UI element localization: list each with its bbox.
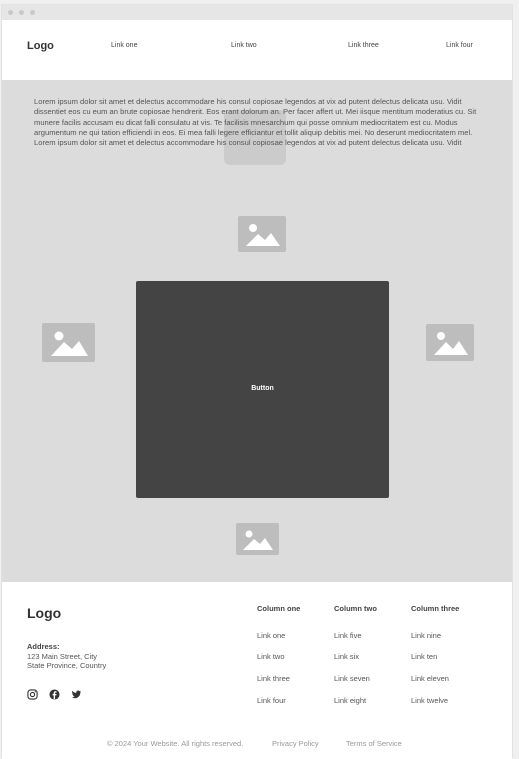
address-line: 123 Main Street, City xyxy=(27,652,98,661)
nav-link-one[interactable]: Link one xyxy=(111,42,137,49)
footer-link[interactable]: Link nine xyxy=(411,631,441,640)
window-titlebar xyxy=(2,5,512,20)
address-label: Address: xyxy=(27,642,60,651)
browser-window: Logo Link one Link two Link three Link f… xyxy=(1,4,513,759)
nav-link-two[interactable]: Link two xyxy=(231,42,257,49)
terms-of-service-link[interactable]: Terms of Service xyxy=(346,739,402,748)
copyright-text: © 2024 Your Website. All rights reserved… xyxy=(107,739,244,748)
footer-link[interactable]: Link ten xyxy=(411,652,437,661)
navbar: Logo Link one Link two Link three Link f… xyxy=(2,20,512,80)
nav-link-three[interactable]: Link three xyxy=(348,42,379,49)
footer-link[interactable]: Link four xyxy=(257,696,286,705)
window-dot-icon xyxy=(8,10,13,15)
footer-link[interactable]: Link eleven xyxy=(411,674,449,683)
image-placeholder-icon xyxy=(426,324,474,361)
footer-logo[interactable]: Logo xyxy=(27,605,61,621)
cta-button-label: Button xyxy=(251,385,274,392)
footer-column-heading: Column two xyxy=(334,604,377,613)
footer-link[interactable]: Link eight xyxy=(334,696,366,705)
footer-column-heading: Column one xyxy=(257,604,301,613)
footer-link[interactable]: Link seven xyxy=(334,674,370,683)
cta-button[interactable]: Button xyxy=(136,281,389,498)
footer: Logo Address: 123 Main Street, City Stat… xyxy=(2,582,512,759)
footer-column-heading: Column three xyxy=(411,604,460,613)
image-placeholder-icon xyxy=(42,323,95,362)
footer-link[interactable]: Link three xyxy=(257,674,290,683)
footer-link[interactable]: Link five xyxy=(334,631,362,640)
window-dot-icon xyxy=(19,10,24,15)
image-placeholder-icon xyxy=(238,216,286,252)
privacy-policy-link[interactable]: Privacy Policy xyxy=(272,739,319,748)
footer-link[interactable]: Link two xyxy=(257,652,285,661)
image-placeholder-icon xyxy=(236,523,279,555)
twitter-icon[interactable] xyxy=(71,689,82,700)
address-line: State Province, Country xyxy=(27,661,107,670)
window-dot-icon xyxy=(30,10,35,15)
hero-section: Lorem ipsum dolor sit amet et delectus a… xyxy=(2,80,512,582)
footer-link[interactable]: Link one xyxy=(257,631,285,640)
footer-link[interactable]: Link six xyxy=(334,652,359,661)
header-logo[interactable]: Logo xyxy=(27,40,54,52)
nav-link-four[interactable]: Link four xyxy=(446,42,473,49)
instagram-icon[interactable] xyxy=(27,689,38,700)
hero-paragraph: Lorem ipsum dolor sit amet et delectus a… xyxy=(34,97,477,148)
facebook-icon[interactable] xyxy=(49,689,60,700)
footer-link[interactable]: Link twelve xyxy=(411,696,448,705)
